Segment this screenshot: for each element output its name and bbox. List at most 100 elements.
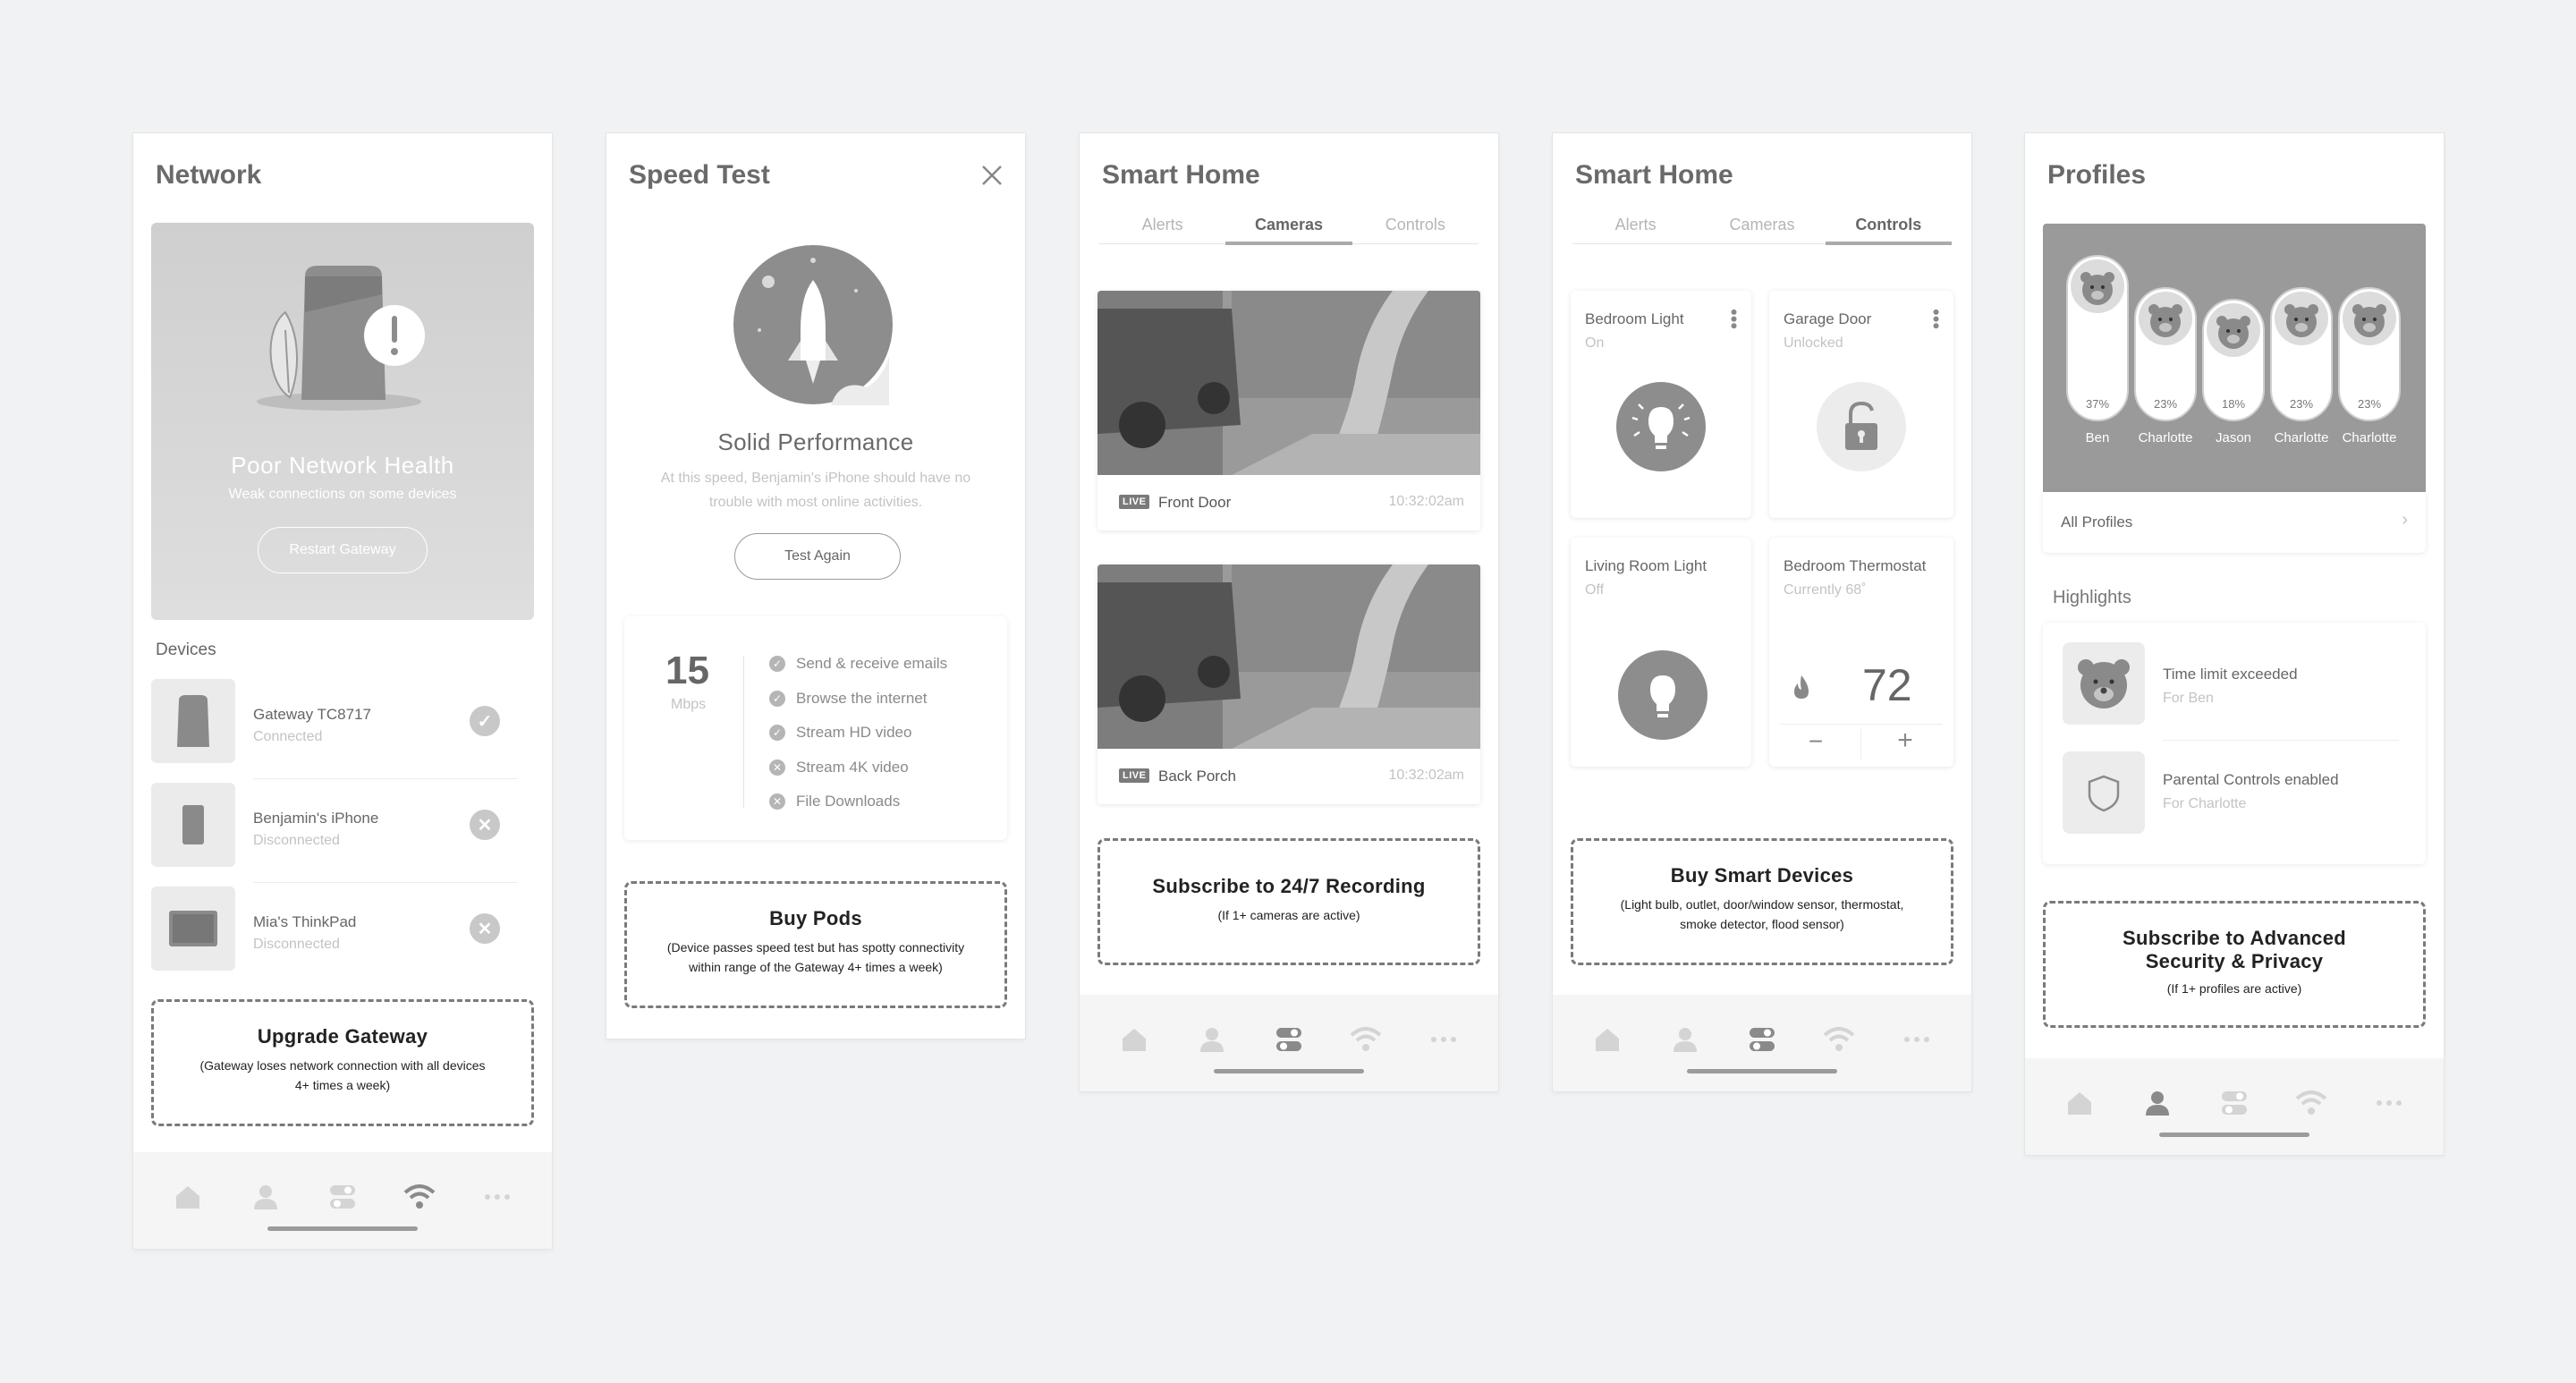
camera-card[interactable]: LIVE Back Porch 10:32:02am (1097, 564, 1480, 804)
profile-usage-percent: 23% (2289, 397, 2314, 411)
increase-button[interactable]: + (1877, 725, 1934, 756)
device-control-card[interactable]: Bedroom Light On ••• (1571, 291, 1751, 518)
live-badge: LIVE (1119, 768, 1150, 783)
highlight-item[interactable]: Parental Controls enabled For Charlotte (2043, 744, 2426, 862)
unlock-icon[interactable] (1817, 382, 1906, 471)
network-health-card: Poor Network Health Weak connections on … (151, 223, 534, 620)
lightbulb-on-icon[interactable] (1616, 382, 1706, 471)
profile-usage-bar[interactable]: 23% (2270, 287, 2333, 421)
camera-feed-image (1097, 291, 1480, 475)
subscribe-security-cta[interactable]: Subscribe to Advanced Security & Privacy … (2043, 901, 2426, 1028)
person-icon[interactable] (246, 1177, 285, 1217)
subscribe-recording-cta[interactable]: Subscribe to 24/7 Recording (If 1+ camer… (1097, 838, 1480, 965)
profile-usage-bar[interactable]: 18% (2202, 299, 2265, 421)
more-icon[interactable] (1424, 1020, 1463, 1059)
control-name: Garage Door (1784, 310, 1872, 327)
person-icon[interactable] (1192, 1020, 1232, 1059)
device-control-card[interactable]: Garage Door Unlocked ••• (1769, 291, 1953, 518)
device-row[interactable]: Benjamin's iPhone Disconnected ✕ (151, 783, 518, 883)
profile-avatar (2343, 292, 2396, 345)
cta-subtitle: (If 1+ cameras are active) (1217, 908, 1360, 922)
check-icon: ✓ (470, 706, 500, 736)
highlight-title: Parental Controls enabled (2163, 771, 2339, 788)
tab-alerts[interactable]: Alerts (1572, 208, 1699, 243)
close-icon: ✕ (769, 759, 785, 776)
lightbulb-off-icon[interactable] (1618, 650, 1707, 740)
device-name: Mia's ThinkPad (253, 913, 357, 930)
gateway-icon (151, 679, 235, 763)
camera-card-footer: LIVE Back Porch 10:32:02am (1097, 749, 1480, 804)
network-screen: Network Poor Network Health Weak connect… (133, 133, 552, 1249)
device-control-card[interactable]: Living Room Light Off (1571, 538, 1751, 767)
check-icon: ✓ (769, 656, 785, 673)
decrease-button[interactable]: − (1787, 727, 1844, 756)
rocket-illustration (733, 245, 893, 405)
tab-alerts[interactable]: Alerts (1099, 208, 1225, 243)
tab-controls[interactable]: Controls (1825, 208, 1953, 245)
capability-item: ✓ Send & receive emails (769, 647, 947, 682)
buy-smart-devices-cta[interactable]: Buy Smart Devices (Light bulb, outlet, d… (1571, 838, 1953, 965)
home-icon[interactable] (2060, 1083, 2099, 1123)
test-again-button[interactable]: Test Again (734, 533, 901, 580)
toggles-icon[interactable] (2215, 1083, 2254, 1123)
page-title: Speed Test (629, 160, 770, 190)
more-icon[interactable] (478, 1177, 517, 1217)
tab-controls[interactable]: Controls (1352, 208, 1479, 243)
toggles-icon[interactable] (1742, 1020, 1782, 1059)
highlight-item[interactable]: Time limit exceeded For Ben (2043, 623, 2426, 741)
device-name: Gateway TC8717 (253, 706, 371, 723)
all-profiles-link[interactable]: All Profiles › (2043, 492, 2426, 553)
phone-icon (151, 783, 235, 867)
check-icon: ✓ (769, 690, 785, 707)
chevron-right-icon: › (2402, 510, 2408, 530)
buy-pods-cta[interactable]: Buy Pods (Device passes speed test but h… (624, 881, 1007, 1008)
control-status: On (1585, 335, 1605, 351)
close-icon: ✕ (470, 810, 500, 840)
device-name: Benjamin's iPhone (253, 810, 379, 827)
restart-gateway-button[interactable]: Restart Gateway (258, 527, 428, 573)
wifi-icon[interactable] (400, 1177, 439, 1217)
device-status: Disconnected (253, 833, 340, 848)
wifi-icon[interactable] (2292, 1083, 2331, 1123)
check-icon: ✓ (769, 725, 785, 742)
wifi-icon[interactable] (1819, 1020, 1859, 1059)
camera-card-footer: LIVE Front Door 10:32:02am (1097, 475, 1480, 530)
more-icon[interactable] (1897, 1020, 1936, 1059)
person-icon[interactable] (2138, 1083, 2177, 1123)
bottom-nav (1080, 995, 1498, 1091)
profile-usage-bar[interactable]: 23% (2338, 287, 2401, 421)
speed-unit: Mbps (671, 697, 707, 712)
profile-usage-bar[interactable]: 23% (2134, 287, 2197, 421)
close-icon[interactable] (980, 164, 1004, 187)
toggles-icon[interactable] (1269, 1020, 1309, 1059)
more-vertical-icon[interactable]: ••• (1723, 309, 1745, 329)
capability-item: ✓ Stream HD video (769, 716, 947, 751)
camera-name: Back Porch (1158, 768, 1236, 785)
wifi-icon[interactable] (1346, 1020, 1385, 1059)
home-icon[interactable] (168, 1177, 208, 1217)
toggles-icon[interactable] (323, 1177, 362, 1217)
live-badge: LIVE (1119, 495, 1150, 509)
device-row[interactable]: Mia's ThinkPad Disconnected ✕ (151, 887, 518, 972)
camera-card[interactable]: LIVE Front Door 10:32:02am (1097, 291, 1480, 530)
flame-icon (1791, 674, 1812, 705)
health-subtitle: Weak connections on some devices (228, 487, 457, 502)
profile-usage-percent: 37% (2085, 397, 2110, 411)
home-icon[interactable] (1588, 1020, 1627, 1059)
upgrade-gateway-cta[interactable]: Upgrade Gateway (Gateway loses network c… (151, 999, 534, 1126)
tab-cameras[interactable]: Cameras (1699, 208, 1825, 243)
home-indicator (267, 1226, 418, 1231)
profile-usage-bar[interactable]: 37% (2066, 255, 2129, 421)
profiles-screen: Profiles 37% Ben 23% Charlotte 18% Jason 23% Ch… (2025, 133, 2444, 1155)
home-icon[interactable] (1114, 1020, 1154, 1059)
camera-feed-image (1097, 564, 1480, 749)
device-row[interactable]: Gateway TC8717 Connected ✓ (151, 679, 518, 779)
more-icon[interactable] (2369, 1083, 2409, 1123)
tab-cameras[interactable]: Cameras (1225, 208, 1352, 245)
page-title: Smart Home (1575, 160, 1733, 190)
device-status: Disconnected (253, 937, 340, 952)
highlight-title: Time limit exceeded (2163, 666, 2298, 683)
person-icon[interactable] (1665, 1020, 1705, 1059)
close-icon: ✕ (470, 913, 500, 944)
more-vertical-icon[interactable]: ••• (1925, 309, 1947, 329)
